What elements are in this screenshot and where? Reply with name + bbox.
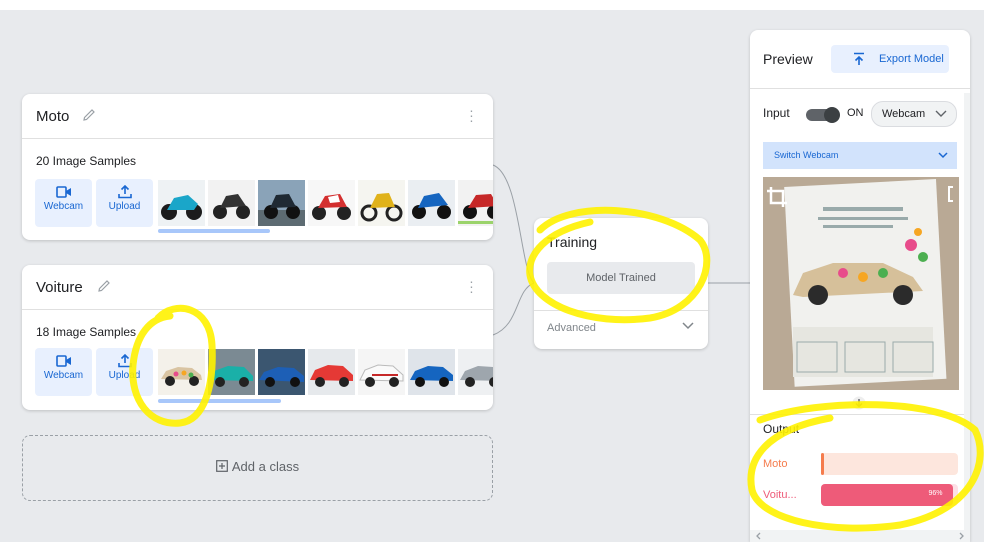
webcam-feed bbox=[763, 177, 959, 390]
switch-webcam-label: Switch Webcam bbox=[774, 150, 839, 160]
confidence-fill-voiture: 96% bbox=[821, 484, 953, 506]
webcam-button-label: Webcam bbox=[43, 201, 84, 212]
class-name[interactable]: Moto bbox=[36, 108, 69, 125]
output-label-voiture: Voitu... bbox=[763, 489, 797, 501]
thumbnail-voiture-6[interactable] bbox=[408, 349, 455, 395]
samples-label: 18 Image Samples bbox=[36, 325, 137, 339]
video-camera-icon bbox=[55, 186, 71, 198]
training-divider bbox=[534, 310, 708, 311]
input-source-select[interactable]: Webcam bbox=[871, 101, 957, 127]
input-label: Input bbox=[763, 106, 790, 120]
arrow-down-icon bbox=[852, 396, 866, 410]
thumbnail-moto-2[interactable] bbox=[208, 180, 255, 226]
webcam-frame bbox=[763, 177, 959, 390]
export-model-label: Export Model bbox=[879, 53, 944, 65]
preview-horizontal-scrollbar[interactable] bbox=[750, 530, 970, 542]
upload-button[interactable]: Upload bbox=[96, 348, 153, 396]
add-class-button[interactable]: Add a class bbox=[22, 435, 493, 501]
webcam-button[interactable]: Webcam bbox=[35, 179, 92, 227]
scroll-left-icon[interactable] bbox=[754, 530, 764, 542]
thumbnail-voiture-5[interactable] bbox=[358, 349, 405, 395]
confidence-bar-moto bbox=[821, 453, 958, 475]
thumbnail-scrollbar[interactable] bbox=[158, 399, 281, 403]
confidence-fill-moto bbox=[821, 453, 824, 475]
thumbnail-moto-4[interactable] bbox=[308, 180, 355, 226]
preview-title: Preview bbox=[763, 51, 813, 67]
upload-button-label: Upload bbox=[108, 370, 141, 381]
thumbnail-scrollbar[interactable] bbox=[158, 229, 270, 233]
thumbnail-moto-1[interactable] bbox=[158, 180, 205, 226]
upload-icon bbox=[117, 185, 132, 199]
class-card-moto: Moto · · · 20 Image Samples Webcam Upload bbox=[22, 94, 493, 240]
thumbnail-voiture-3[interactable] bbox=[258, 349, 305, 395]
chevron-down-icon bbox=[935, 110, 947, 117]
class-header: Moto · · · bbox=[22, 94, 493, 139]
confidence-bar-voiture: 96% bbox=[821, 484, 958, 506]
export-upload-icon bbox=[854, 52, 864, 65]
thumbnail-strip[interactable] bbox=[158, 180, 493, 226]
thumbnail-strip[interactable] bbox=[158, 349, 493, 395]
upload-button-label: Upload bbox=[108, 201, 141, 212]
thumbnail-moto-5[interactable] bbox=[358, 180, 405, 226]
preview-divider bbox=[750, 88, 970, 89]
advanced-toggle[interactable]: Advanced bbox=[547, 322, 596, 334]
thumbnail-voiture-1[interactable] bbox=[158, 349, 205, 395]
add-class-content: Add a class bbox=[23, 459, 492, 474]
toggle-knob bbox=[824, 107, 840, 123]
confidence-percent-label: 96% bbox=[928, 490, 943, 497]
webcam-button[interactable]: Webcam bbox=[35, 348, 92, 396]
add-box-icon bbox=[215, 460, 228, 472]
class-header: Voiture · · · bbox=[22, 265, 493, 310]
training-title: Training bbox=[547, 234, 598, 250]
toggle-state-label: ON bbox=[847, 107, 864, 119]
preview-panel: Preview Export Model Input ON Webcam Swi… bbox=[750, 30, 970, 542]
preview-vertical-scrollbar[interactable] bbox=[964, 93, 970, 530]
class-name[interactable]: Voiture bbox=[36, 279, 83, 296]
upload-button[interactable]: Upload bbox=[96, 179, 153, 227]
upload-icon bbox=[117, 354, 132, 368]
thumbnail-voiture-2[interactable] bbox=[208, 349, 255, 395]
training-card: Training Model Trained Advanced bbox=[534, 218, 708, 349]
webcam-button-label: Webcam bbox=[43, 370, 84, 381]
output-label-moto: Moto bbox=[763, 458, 788, 470]
thumbnail-voiture-7[interactable] bbox=[458, 349, 493, 395]
chevron-down-icon[interactable] bbox=[681, 321, 695, 331]
pencil-icon[interactable] bbox=[96, 278, 112, 294]
class-card-voiture: Voiture · · · 18 Image Samples Webcam Uplo… bbox=[22, 265, 493, 410]
more-options-icon[interactable]: · · · bbox=[469, 103, 474, 127]
thumbnail-voiture-4[interactable] bbox=[308, 349, 355, 395]
video-camera-icon bbox=[55, 355, 71, 367]
chevron-down-icon bbox=[938, 152, 948, 159]
train-model-button[interactable]: Model Trained bbox=[547, 262, 695, 294]
output-label: Output bbox=[763, 422, 800, 436]
thumbnail-moto-6[interactable] bbox=[408, 180, 455, 226]
output-divider bbox=[750, 414, 970, 415]
add-class-label: Add a class bbox=[231, 459, 300, 474]
pencil-icon[interactable] bbox=[81, 107, 97, 123]
input-toggle[interactable] bbox=[806, 107, 840, 123]
thumbnail-moto-3[interactable] bbox=[258, 180, 305, 226]
samples-label: 20 Image Samples bbox=[36, 154, 137, 168]
switch-webcam-dropdown[interactable]: Switch Webcam bbox=[763, 142, 957, 169]
thumbnail-moto-7[interactable] bbox=[458, 180, 493, 226]
scroll-right-icon[interactable] bbox=[956, 530, 966, 542]
export-model-button[interactable]: Export Model bbox=[831, 45, 949, 73]
more-options-icon[interactable]: · · · bbox=[469, 274, 474, 298]
input-source-value: Webcam bbox=[882, 108, 926, 120]
